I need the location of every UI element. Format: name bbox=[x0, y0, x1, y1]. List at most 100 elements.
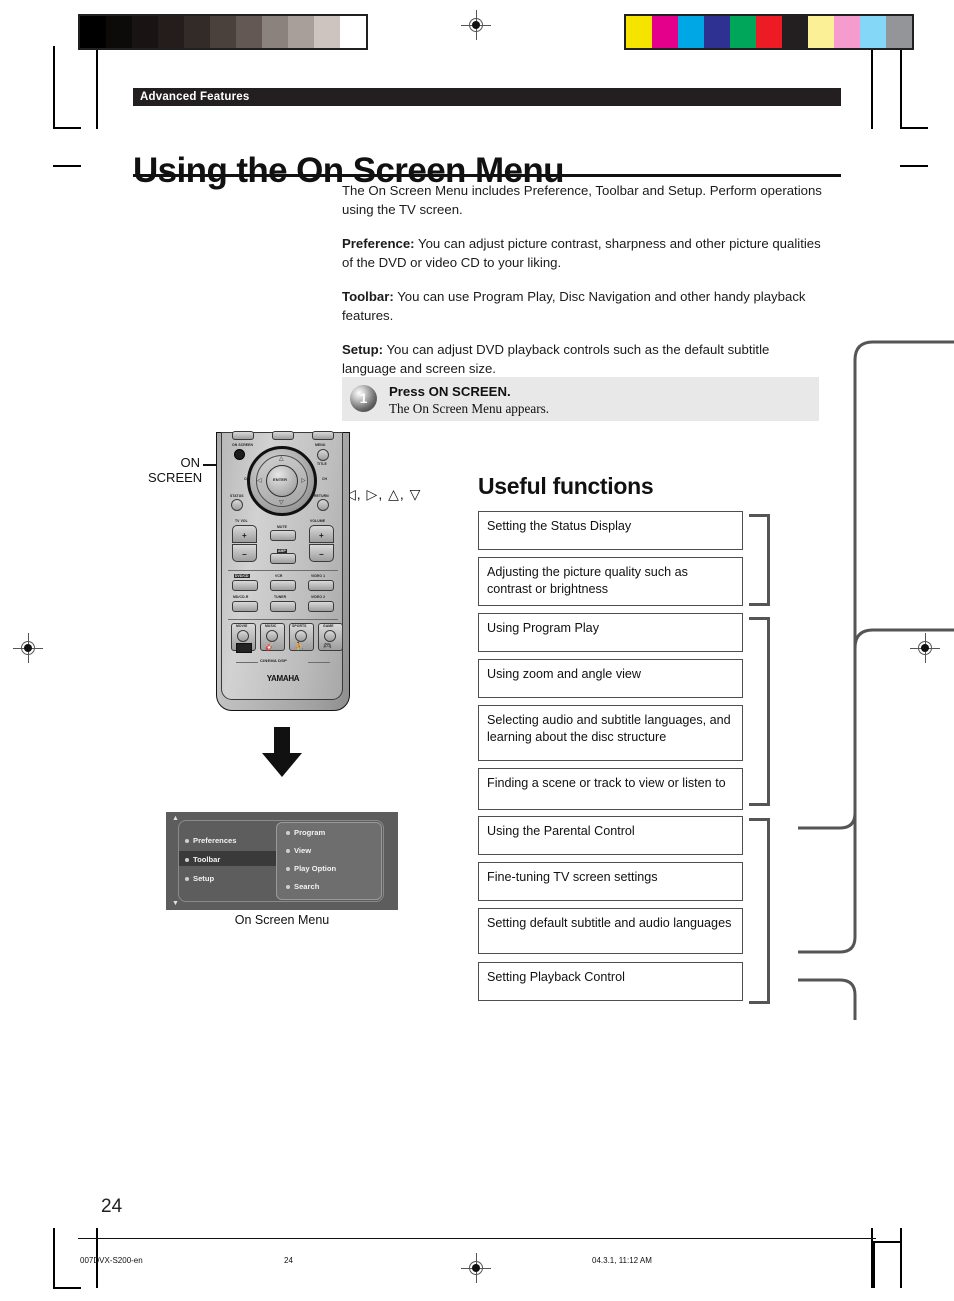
callout-cursor-keys: ◁, ▷, △, ▽ bbox=[345, 486, 422, 502]
step-1-box: 1 Press ON SCREEN. The On Screen Menu ap… bbox=[342, 377, 819, 421]
remote-label-enter: ENTER bbox=[273, 477, 288, 482]
remote-tv-vol-minus-icon: − bbox=[242, 550, 247, 559]
remote-cinema-dsp-badge: CINEMA DSP bbox=[260, 658, 287, 663]
color-swatch-10 bbox=[886, 16, 912, 48]
title-divider bbox=[133, 174, 841, 177]
remote-label-mode-0: MOVIE bbox=[236, 624, 248, 628]
osd-left-item-preferences[interactable]: Preferences bbox=[185, 836, 236, 845]
remote-label-source-0: DVD/CD bbox=[234, 574, 250, 578]
gray-swatch-4 bbox=[184, 16, 210, 48]
setup-label: Setup: bbox=[342, 342, 384, 357]
remote-label-ch-up: CH bbox=[322, 477, 328, 481]
callout-on-screen-line1: ON bbox=[180, 455, 201, 470]
grayscale-calibration-bar bbox=[78, 14, 368, 50]
remote-divider-2 bbox=[228, 619, 338, 620]
down-arrow-icon bbox=[262, 727, 302, 777]
remote-label-source-4: TUNER bbox=[274, 595, 287, 599]
color-swatch-5 bbox=[756, 16, 782, 48]
step-heading: Press ON SCREEN. bbox=[389, 384, 511, 399]
osd-right-item-program[interactable]: Program bbox=[286, 828, 325, 837]
color-swatch-6 bbox=[782, 16, 808, 48]
osd-right-item-play-option[interactable]: Play Option bbox=[286, 864, 336, 873]
color-calibration-bar bbox=[624, 14, 914, 50]
remote-button-status bbox=[231, 499, 243, 511]
game-controller-icon: 🎮 bbox=[323, 643, 332, 650]
function-box-1[interactable]: Adjusting the picture quality such as co… bbox=[478, 557, 743, 606]
remote-knob-music bbox=[266, 630, 278, 642]
remote-label-source-5: VIDEO 2 bbox=[311, 595, 326, 599]
remote-divider-1 bbox=[228, 570, 338, 571]
registration-mark-bottom bbox=[461, 1253, 491, 1283]
function-box-9[interactable]: Setting Playback Control bbox=[478, 962, 743, 1001]
remote-label-source-2: VIDEO 1 bbox=[311, 574, 326, 578]
page-number: 24 bbox=[101, 1196, 123, 1217]
intro-text-column: The On Screen Menu includes Preference, … bbox=[342, 181, 826, 393]
remote-button-return bbox=[317, 499, 329, 511]
remote-label-on-screen: ON SCREEN bbox=[232, 443, 254, 447]
remote-label-source-3: MD/CD-R bbox=[233, 595, 249, 599]
registration-mark-left bbox=[13, 633, 43, 663]
function-box-2[interactable]: Using Program Play bbox=[478, 613, 743, 652]
function-box-8[interactable]: Setting default subtitle and audio langu… bbox=[478, 908, 743, 954]
function-box-6[interactable]: Using the Parental Control bbox=[478, 816, 743, 855]
remote-knob-game bbox=[324, 630, 336, 642]
function-box-3[interactable]: Using zoom and angle view bbox=[478, 659, 743, 698]
remote-button-video-1 bbox=[308, 580, 334, 591]
remote-button-mute bbox=[270, 530, 296, 541]
remote-volume-plus-icon: + bbox=[319, 531, 324, 540]
remote-button-on-screen bbox=[234, 449, 245, 460]
remote-dpad-right-icon: ▷ bbox=[301, 478, 306, 484]
gray-swatch-1 bbox=[106, 16, 132, 48]
color-swatch-0 bbox=[626, 16, 652, 48]
on-screen-menu-caption: On Screen Menu bbox=[234, 913, 330, 927]
useful-functions-heading: Useful functions bbox=[478, 473, 654, 499]
remote-knob-sports bbox=[295, 630, 307, 642]
osd-right-item-view[interactable]: View bbox=[286, 846, 311, 855]
remote-volume-minus-icon: − bbox=[319, 550, 324, 559]
setup-text: You can adjust DVD playback controls suc… bbox=[342, 342, 770, 376]
function-box-0[interactable]: Setting the Status Display bbox=[478, 511, 743, 550]
remote-button-top-mid bbox=[272, 431, 294, 440]
osd-left-item-setup[interactable]: Setup bbox=[185, 874, 214, 883]
remote-label-mode-2: SPORTS bbox=[292, 624, 307, 628]
remote-label-mode-1: MUSIC bbox=[265, 624, 277, 628]
preference-text: You can adjust picture contrast, sharpne… bbox=[342, 236, 821, 270]
footer-rule bbox=[78, 1238, 876, 1239]
function-box-5[interactable]: Finding a scene or track to view or list… bbox=[478, 768, 743, 810]
remote-label-mute: MUTE bbox=[277, 525, 288, 529]
remote-button-top-right bbox=[312, 431, 334, 440]
footer-page: 24 bbox=[284, 1256, 293, 1265]
remote-button-top-left bbox=[232, 431, 254, 440]
section-tag-label: Advanced Features bbox=[140, 91, 250, 103]
callout-on-screen: ON SCREEN bbox=[148, 455, 202, 485]
osd-left-item-toolbar[interactable]: Toolbar bbox=[185, 855, 220, 864]
footer-filename: 007DVX-S200-en bbox=[80, 1256, 143, 1265]
remote-label-menu: MENU bbox=[315, 443, 326, 447]
remote-button-dvd-cd bbox=[232, 580, 258, 591]
intro-paragraph-2: Preference: You can adjust picture contr… bbox=[342, 234, 826, 272]
remote-dpad-up-icon: △ bbox=[279, 456, 284, 462]
toolbar-text: You can use Program Play, Disc Navigatio… bbox=[342, 289, 806, 323]
sports-icon: ⛹ bbox=[294, 642, 304, 651]
remote-label-source-1: VCR bbox=[275, 574, 283, 578]
color-swatch-2 bbox=[678, 16, 704, 48]
gray-swatch-5 bbox=[210, 16, 236, 48]
preference-label: Preference: bbox=[342, 236, 415, 251]
registration-mark-top bbox=[461, 10, 491, 40]
remote-control-illustration: ON SCREEN MENU CH CH TITLE STATUS RETURN… bbox=[216, 431, 350, 711]
remote-button-tuner bbox=[270, 601, 296, 612]
color-swatch-9 bbox=[860, 16, 886, 48]
function-box-4[interactable]: Selecting audio and subtitle languages, … bbox=[478, 705, 743, 761]
step-number-badge: 1 bbox=[350, 385, 377, 412]
gray-swatch-9 bbox=[314, 16, 340, 48]
remote-button-video-2 bbox=[308, 601, 334, 612]
remote-label-status: STATUS bbox=[230, 494, 244, 498]
color-swatch-8 bbox=[834, 16, 860, 48]
osd-right-item-search[interactable]: Search bbox=[286, 882, 319, 891]
gray-swatch-6 bbox=[236, 16, 262, 48]
gray-swatch-8 bbox=[288, 16, 314, 48]
intro-paragraph-1: The On Screen Menu includes Preference, … bbox=[342, 183, 822, 217]
section-tag-bar: Advanced Features bbox=[133, 88, 841, 106]
gray-swatch-10 bbox=[340, 16, 366, 48]
function-box-7[interactable]: Fine-tuning TV screen settings bbox=[478, 862, 743, 901]
